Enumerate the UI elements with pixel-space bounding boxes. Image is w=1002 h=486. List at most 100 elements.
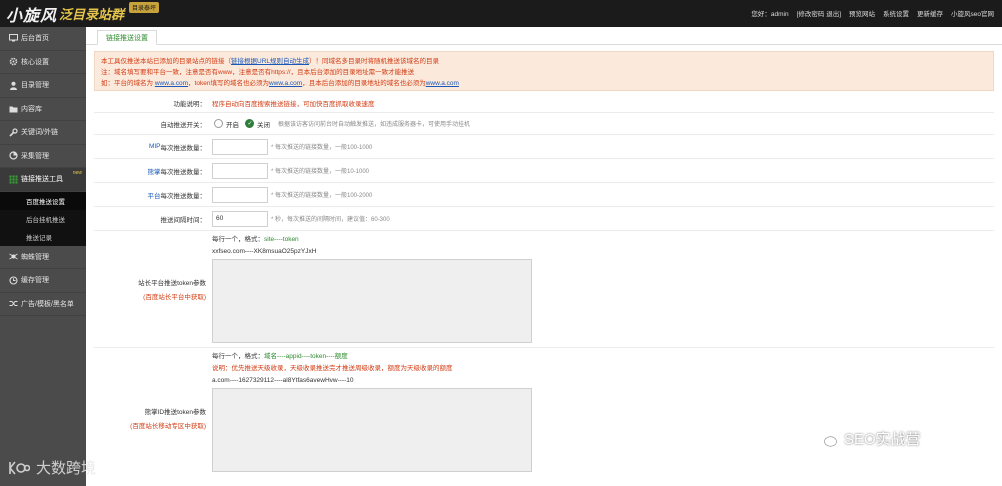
site-token-label: 站长平台推送token参数 [138, 280, 206, 287]
site-token-sublabel: (百度站长平台中获取) [143, 294, 206, 301]
update-cache-link[interactable]: 更新缓存 [917, 8, 943, 18]
sidebar-item-collection[interactable]: 采集管理 [0, 145, 86, 168]
notice-link-domain-3[interactable]: www.a.com [426, 80, 459, 87]
site-token-label-group: 站长平台推送token参数 (百度站长平台中获取) [94, 231, 209, 347]
sidebar: 后台首页 核心设置 目录管理 内容库 关键词/外链 采集管理 链接推送工具 ne… [0, 27, 86, 486]
row-push-interval: 推送间隔时间： 60 * 秒，每次推送的间隔时间，建议值：60-300 [94, 207, 994, 231]
top-nav: 您好：admin [修改密码 退出] 预览网站 系统设置 更新缓存 小旋风seo… [751, 8, 994, 18]
platform-count-hint: * 每次推送的链接数量，一般100-2000 [271, 193, 373, 199]
sidebar-item-label: 广告/模板/黑名单 [21, 300, 74, 308]
push-interval-label: 推送间隔时间： [160, 216, 207, 224]
sidebar-item-label: 缓存管理 [21, 277, 49, 285]
sidebar-item-core-settings[interactable]: 核心设置 [0, 51, 86, 74]
xiongzhang-count-input[interactable] [212, 162, 268, 179]
preview-site-link[interactable]: 预览网站 [849, 8, 875, 18]
push-interval-hint: * 秒，每次推送的间隔时间，建议值：60-300 [271, 217, 390, 223]
notice-link-domain-1[interactable]: www.a.com [155, 80, 188, 87]
notice-box: 本工具仅推送本站已添加的目录站点的链接（链接根据URL规则自动生成）！同域名多目… [94, 51, 994, 91]
main-content: 链接推送设置 本工具仅推送本站已添加的目录站点的链接（链接根据URL规则自动生成… [86, 27, 1002, 486]
sidebar-item-label: 采集管理 [21, 152, 49, 160]
sidebar-item-ads-templates-blacklist[interactable]: 广告/模板/黑名单 [0, 293, 86, 316]
watermark-logo-icon [9, 460, 30, 475]
sidebar-item-home[interactable]: 后台首页 [0, 27, 86, 51]
notice-link-domain-2[interactable]: www.a.com [269, 80, 302, 87]
sidebar-item-cache[interactable]: 缓存管理 [0, 269, 86, 293]
row-auto-push: 自动推送开关： 开启 关闭 根据该访客访问前台时自动触发推送，如违成服务器卡，可… [94, 113, 994, 135]
row-platform-count: 平台 每次推送数量： * 每次推送的链接数量，一般100-2000 [94, 183, 994, 207]
change-password-logout-link[interactable]: [修改密码 退出] [797, 8, 841, 18]
auto-push-off-radio[interactable] [245, 119, 254, 128]
spider-icon [8, 252, 18, 262]
tab-link-push-settings[interactable]: 链接推送设置 [97, 30, 157, 45]
notice-link-url-rule[interactable]: 链接根据URL规则自动生成 [231, 58, 309, 65]
notice-line-2: 注：域名填写要和平台一致，注意是否有www，注意是否有https://，且本后台… [101, 69, 415, 76]
platform-count-input[interactable] [212, 186, 268, 203]
clock-icon [8, 275, 18, 285]
function-description-label: 功能说明： [173, 100, 207, 108]
sidebar-item-label: 关键词/外链 [21, 129, 58, 137]
auto-push-label: 自动推送开关： [160, 121, 207, 129]
system-settings-link[interactable]: 系统设置 [883, 8, 909, 18]
user-icon [8, 80, 18, 90]
logo-sub-text: 泛目录站群 [59, 8, 125, 23]
xiongzhang-count-label: 熊掌 每次推送数量： [147, 168, 207, 176]
sidebar-item-link-push-tools[interactable]: 链接推送工具 new [0, 168, 86, 192]
sidebar-item-label: 目录管理 [21, 82, 49, 90]
xiongzhang-token-format: 每行一个，格式：域名----appid----token----额度 [212, 353, 348, 360]
platform-count-label: 平台 每次推送数量： [147, 192, 207, 200]
row-xiongzhang-count: 熊掌 每次推送数量： * 每次推送的链接数量，一般10-1000 [94, 159, 994, 183]
official-site-link[interactable]: 小旋风seo官网 [951, 8, 994, 18]
sidebar-subitem-baidu-push-settings[interactable]: 百度推送设置 [0, 191, 86, 210]
watermark-left: 大数跨境 [8, 457, 96, 478]
xiongzhang-token-sublabel: (百度站长移动专区中获取) [130, 423, 206, 430]
row-xiongzhang-token: 熊掌ID推送token参数 (百度站长移动专区中获取) 每行一个，格式：域名--… [94, 348, 994, 486]
sidebar-item-label: 蜘蛛管理 [21, 253, 49, 261]
sidebar-item-directory[interactable]: 目录管理 [0, 74, 86, 98]
logo-badge: 目录泰坪 [129, 2, 160, 13]
auto-push-hint: 根据该访客访问前台时自动触发推送，如违成服务器卡，可使用手动挂机 [278, 122, 471, 128]
site-token-value: xxfseo.com----XK8msuaO25pzYJxH [212, 248, 317, 255]
notice-line-1: 本工具仅推送本站已添加的目录站点的链接（链接根据URL规则自动生成）！同域名多目… [101, 58, 440, 65]
sidebar-subitem-background-push[interactable]: 后台挂机推送 [0, 209, 86, 228]
auto-push-off-label: 关闭 [257, 121, 270, 129]
site-token-format: 每行一个，格式：site----token [212, 236, 299, 243]
row-function-description: 功能说明： 程序自动向百度搜索推送链接，可加快百度抓取收录速度 [94, 93, 994, 113]
folder-icon [8, 104, 18, 114]
wrench-icon [8, 127, 18, 137]
watermark-right: SEO实战营 [816, 428, 921, 449]
sidebar-item-spider[interactable]: 蜘蛛管理 [0, 246, 86, 269]
push-interval-input[interactable]: 60 [212, 210, 268, 227]
shuffle-icon [8, 299, 18, 309]
watermark-right-text: SEO实战营 [844, 431, 921, 448]
monitor-icon [8, 33, 18, 43]
sidebar-item-content-library[interactable]: 内容库 [0, 98, 86, 121]
xiongzhang-token-label: 熊掌ID推送token参数 [144, 409, 206, 416]
mip-count-hint: * 每次推送的链接数量，一般100-1000 [271, 145, 373, 151]
sidebar-item-keywords[interactable]: 关键词/外链 [0, 121, 86, 145]
sidebar-item-label: 内容库 [21, 105, 42, 113]
notice-line-3: 如：平台的域名为 www.a.com，token填写的域名也必须为www.a.c… [101, 80, 459, 87]
logo[interactable]: 小旋风 泛目录站群 目录泰坪 [6, 2, 160, 25]
sidebar-subitem-push-log[interactable]: 推送记录 [0, 227, 86, 246]
top-bar: 小旋风 泛目录站群 目录泰坪 您好：admin [修改密码 退出] 预览网站 系… [0, 0, 1002, 27]
new-badge: new [72, 170, 82, 176]
xiongzhang-token-label-group: 熊掌ID推送token参数 (百度站长移动专区中获取) [94, 348, 209, 486]
function-description-value: 程序自动向百度搜索推送链接，可加快百度抓取收录速度 [212, 100, 375, 108]
sidebar-item-label: 链接推送工具 [21, 176, 63, 184]
auto-push-on-radio[interactable] [214, 119, 223, 128]
xiongzhang-token-value: a.com----1627329112----al8Ytfas6avewHvw-… [212, 377, 354, 384]
xiongzhang-token-textarea[interactable] [212, 388, 532, 472]
chart-icon [8, 151, 18, 161]
site-token-textarea[interactable] [212, 259, 532, 343]
auto-push-on-label: 开启 [226, 121, 239, 129]
tab-bar: 链接推送设置 [86, 27, 1002, 45]
mip-count-label: MIP 每次推送数量： [148, 143, 206, 152]
row-mip-count: MIP 每次推送数量： * 每次推送的链接数量，一般100-1000 [94, 135, 994, 159]
xiongzhang-token-note: 说明：优先推送天级收录，天级收录推送完才推送周级收录，额度为天级收录的额度 [212, 365, 453, 372]
watermark-left-text: 大数跨境 [36, 460, 97, 477]
auto-push-options: 开启 关闭 根据该访客访问前台时自动触发推送，如违成服务器卡，可使用手动挂机 [209, 113, 994, 134]
mip-count-input[interactable] [212, 138, 268, 155]
gear-icon [8, 57, 18, 67]
logo-main-text: 小旋风 [6, 5, 58, 25]
sidebar-item-label: 后台首页 [21, 35, 49, 43]
